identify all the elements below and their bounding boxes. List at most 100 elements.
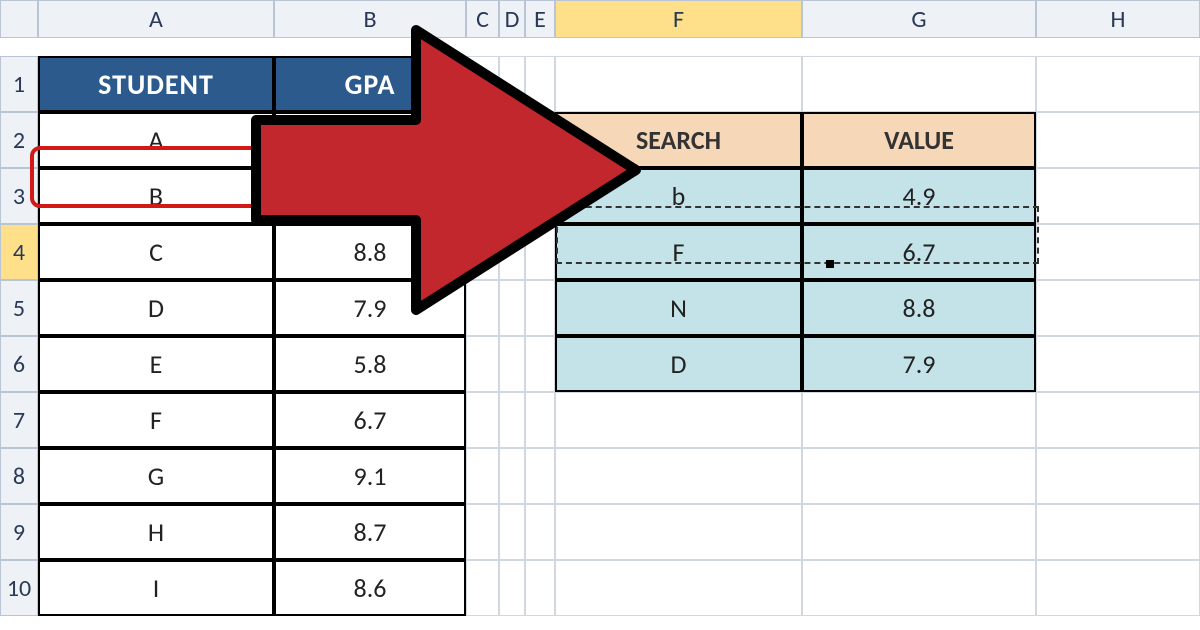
cell-G4[interactable]: 6.7 <box>802 224 1036 280</box>
row-header-4[interactable]: 4 <box>0 224 38 280</box>
cell-F9[interactable] <box>555 504 802 560</box>
cell-B5[interactable]: 7.9 <box>274 280 466 336</box>
cell-D10[interactable] <box>499 560 525 616</box>
cell-A8[interactable]: G <box>38 448 274 504</box>
cell-E6[interactable] <box>525 336 555 392</box>
row-header-1[interactable]: 1 <box>0 56 38 112</box>
cell-E2[interactable] <box>525 112 555 168</box>
cell-D7[interactable] <box>499 392 525 448</box>
cell-E1[interactable] <box>525 56 555 112</box>
cell-H8[interactable] <box>1036 448 1200 504</box>
cell-E4[interactable] <box>525 224 555 280</box>
cell-B10[interactable]: 8.6 <box>274 560 466 616</box>
search-header[interactable]: SEARCH <box>555 112 802 168</box>
cell-H6[interactable] <box>1036 336 1200 392</box>
cell-F3[interactable]: b <box>555 168 802 224</box>
cell-E7[interactable] <box>525 392 555 448</box>
row-header-7[interactable]: 7 <box>0 392 38 448</box>
cell-A5[interactable]: D <box>38 280 274 336</box>
select-all-corner[interactable] <box>0 0 38 38</box>
cell-A6[interactable]: E <box>38 336 274 392</box>
cell-H2[interactable] <box>1036 112 1200 168</box>
value-header[interactable]: VALUE <box>802 112 1036 168</box>
col-header-B[interactable]: B <box>274 0 466 38</box>
cell-E9[interactable] <box>525 504 555 560</box>
row-header-3[interactable]: 3 <box>0 168 38 224</box>
cell-F5[interactable]: N <box>555 280 802 336</box>
cell-H1[interactable] <box>1036 56 1200 112</box>
cell-B6[interactable]: 5.8 <box>274 336 466 392</box>
cell-D1[interactable] <box>499 56 525 112</box>
cell-B7[interactable]: 6.7 <box>274 392 466 448</box>
cell-F6[interactable]: D <box>555 336 802 392</box>
cell-A10[interactable]: I <box>38 560 274 616</box>
row-header-6[interactable]: 6 <box>0 336 38 392</box>
col-header-C[interactable]: C <box>466 0 499 38</box>
cell-G6[interactable]: 7.9 <box>802 336 1036 392</box>
cell-H9[interactable] <box>1036 504 1200 560</box>
cell-H3[interactable] <box>1036 168 1200 224</box>
cell-G7[interactable] <box>802 392 1036 448</box>
cell-D3[interactable] <box>499 168 525 224</box>
cell-E5[interactable] <box>525 280 555 336</box>
cell-F1[interactable] <box>555 56 802 112</box>
cell-C10[interactable] <box>466 560 499 616</box>
cell-G3[interactable]: 4.9 <box>802 168 1036 224</box>
cell-A2[interactable]: A <box>38 112 274 168</box>
cell-H10[interactable] <box>1036 560 1200 616</box>
col-header-D[interactable]: D <box>499 0 525 38</box>
cell-A4[interactable]: C <box>38 224 274 280</box>
cell-F4[interactable]: F <box>555 224 802 280</box>
cell-A9[interactable]: H <box>38 504 274 560</box>
col-header-G[interactable]: G <box>802 0 1036 38</box>
cell-F10[interactable] <box>555 560 802 616</box>
cell-G10[interactable] <box>802 560 1036 616</box>
cell-A7[interactable]: F <box>38 392 274 448</box>
cell-G5[interactable]: 8.8 <box>802 280 1036 336</box>
cell-D2[interactable] <box>499 112 525 168</box>
col-header-H[interactable]: H <box>1036 0 1200 38</box>
cell-H4[interactable] <box>1036 224 1200 280</box>
cell-B9[interactable]: 8.7 <box>274 504 466 560</box>
gpa-header[interactable]: GPA <box>274 56 466 112</box>
cell-C8[interactable] <box>466 448 499 504</box>
cell-C2[interactable] <box>466 112 499 168</box>
cell-B8[interactable]: 9.1 <box>274 448 466 504</box>
row-header-8[interactable]: 8 <box>0 448 38 504</box>
cell-B2[interactable]: 7.5 <box>274 112 466 168</box>
cell-C1[interactable] <box>466 56 499 112</box>
cell-E10[interactable] <box>525 560 555 616</box>
cell-D6[interactable] <box>499 336 525 392</box>
cell-B4[interactable]: 8.8 <box>274 224 466 280</box>
cell-D4[interactable] <box>499 224 525 280</box>
cell-D5[interactable] <box>499 280 525 336</box>
cell-C9[interactable] <box>466 504 499 560</box>
cell-D9[interactable] <box>499 504 525 560</box>
row-header-5[interactable]: 5 <box>0 280 38 336</box>
cell-B3[interactable] <box>274 168 466 224</box>
row-header-2[interactable]: 2 <box>0 112 38 168</box>
cell-F7[interactable] <box>555 392 802 448</box>
cell-F8[interactable] <box>555 448 802 504</box>
col-header-F[interactable]: F <box>555 0 802 38</box>
cell-H5[interactable] <box>1036 280 1200 336</box>
cell-D8[interactable] <box>499 448 525 504</box>
cell-C5[interactable] <box>466 280 499 336</box>
cell-C6[interactable] <box>466 336 499 392</box>
cell-G1[interactable] <box>802 56 1036 112</box>
row-header-10[interactable]: 10 <box>0 560 38 616</box>
cell-C3[interactable] <box>466 168 499 224</box>
row-header-9[interactable]: 9 <box>0 504 38 560</box>
cell-C7[interactable] <box>466 392 499 448</box>
col-header-E[interactable]: E <box>525 0 555 38</box>
cell-A3[interactable]: B <box>38 168 274 224</box>
col-header-A[interactable]: A <box>38 0 274 38</box>
spreadsheet-grid[interactable]: A B C D E F G H 1 STUDENT GPA 2 A 7.5 SE… <box>0 0 1200 616</box>
cell-E3[interactable] <box>525 168 555 224</box>
cell-C4[interactable] <box>466 224 499 280</box>
cell-G9[interactable] <box>802 504 1036 560</box>
cell-E8[interactable] <box>525 448 555 504</box>
student-header[interactable]: STUDENT <box>38 56 274 112</box>
cell-H7[interactable] <box>1036 392 1200 448</box>
cell-G8[interactable] <box>802 448 1036 504</box>
